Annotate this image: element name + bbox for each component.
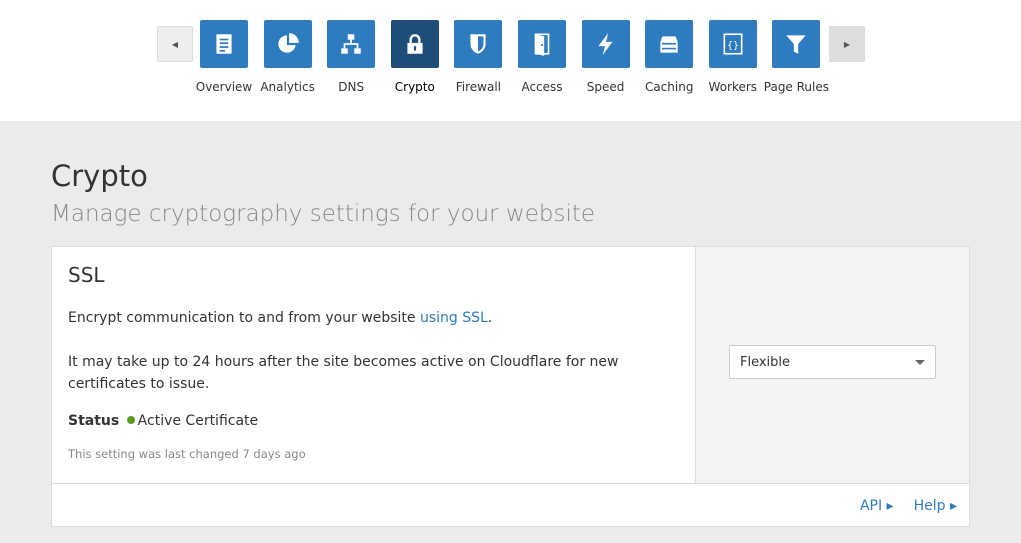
server-icon [660,36,678,53]
nav-tile [390,20,439,68]
ssl-title: SSL [68,263,105,287]
nav-prev-button[interactable]: ◀ [157,26,193,62]
ssl-description: Encrypt communication to and from your w… [68,307,679,329]
status-dot-icon [126,416,135,424]
sitemap-icon [341,34,361,54]
nav-tile [454,20,503,68]
page-subtitle: Manage cryptography settings for your we… [51,201,596,227]
door-icon [534,33,550,56]
filter-icon [786,35,807,54]
ssl-card: SSL Encrypt communication to and from yo… [51,246,970,527]
shield-icon [470,34,486,54]
chevron-down-icon [915,360,925,365]
last-changed: This setting was last changed 7 days ago [68,447,306,461]
ssl-mode-value: Flexible [740,355,791,370]
nav-tile [327,20,376,68]
status-value: Active Certificate [137,413,259,429]
clipboard-icon [216,34,232,54]
nav-label: Page Rules [763,80,830,94]
nav-tile [518,20,566,68]
ssl-status: Status Active Certificate [68,413,679,429]
api-link[interactable]: API ▸ [860,498,894,514]
code-braces-icon: {} [723,33,743,55]
desc-period: . [487,310,493,326]
main-content: Crypto Manage cryptography settings for … [0,121,1021,543]
ssl-note: It may take up to 24 hours after the sit… [68,354,619,392]
lock-icon [407,34,423,54]
nav-tile [772,20,821,68]
ssl-mode-select[interactable]: Flexible [729,345,936,379]
lightning-icon [598,33,613,55]
nav-tile: {} [708,20,757,68]
nav-tile [581,20,630,68]
page-title: Crypto [51,159,148,193]
help-link[interactable]: Help ▸ [914,498,957,514]
nav-tile [200,20,248,68]
svg-text:{}: {} [727,40,739,51]
nav-tile [263,20,312,68]
pie-chart-icon [277,33,299,53]
status-label: Status [68,413,120,429]
nav-tile [645,20,694,68]
top-nav: ◀ Overview Analytics DNS Crypto Firewall Acce… [0,0,1021,121]
nav-item-page-rules[interactable]: Page Rules [764,20,829,94]
nav-next-button[interactable]: ▶ [829,26,865,62]
desc-text: Encrypt communication to and from your w… [68,310,420,326]
using-ssl-link[interactable]: using SSL [420,310,488,326]
